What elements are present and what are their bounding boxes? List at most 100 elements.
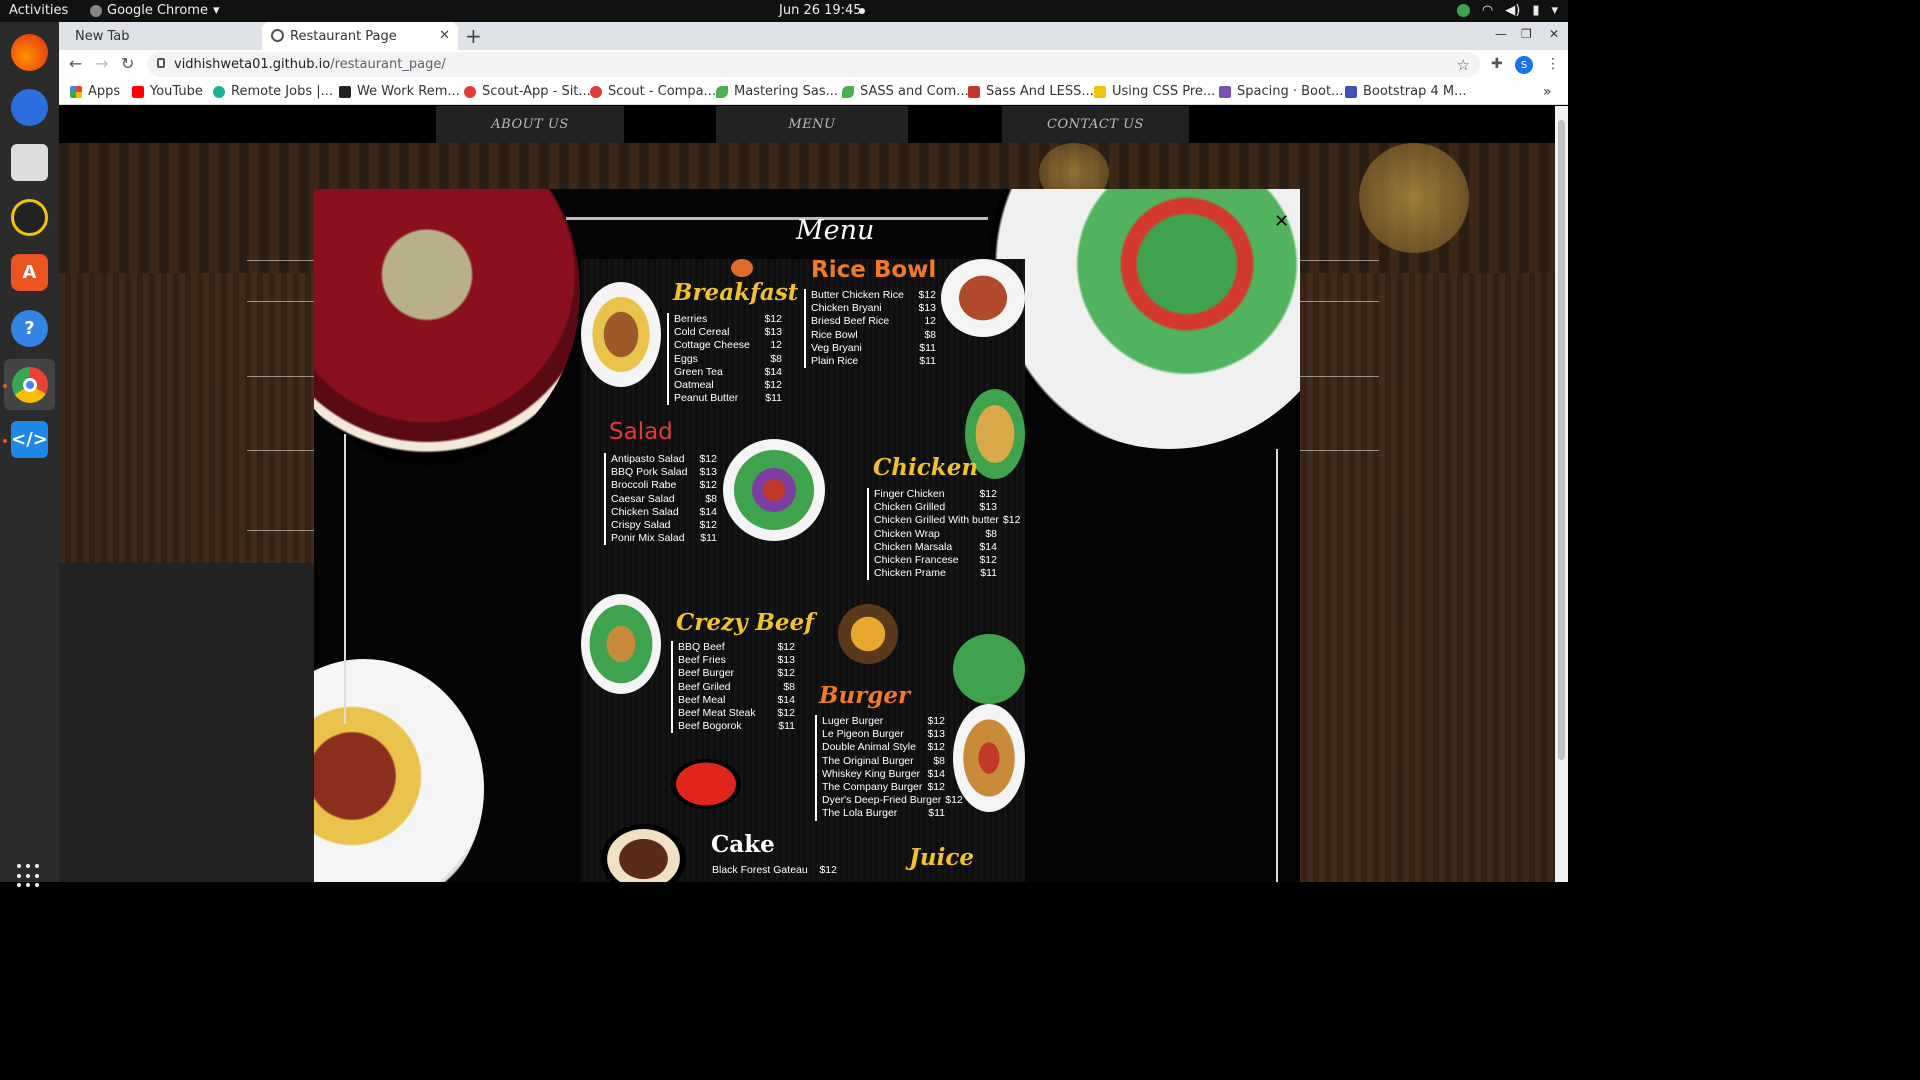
- tab-restaurant-page[interactable]: Restaurant Page ✕: [262, 22, 458, 50]
- menu-item-name: Cold Cereal: [674, 326, 730, 339]
- firefox-icon[interactable]: [11, 34, 48, 71]
- menu-item-price: $12: [699, 519, 717, 532]
- bookmark-apps[interactable]: Apps: [70, 84, 120, 99]
- menu-item-name: Chicken Salad: [611, 505, 679, 518]
- nav-contact-us[interactable]: CONTACT US: [1002, 106, 1189, 143]
- restore-icon[interactable]: ❐: [1521, 27, 1532, 41]
- bookmark-sass-and-com[interactable]: SASS and Com...: [842, 84, 969, 99]
- bookmark-mastering-sass[interactable]: Mastering Sas...: [716, 84, 838, 99]
- scrollbar-thumb[interactable]: [1558, 120, 1565, 760]
- frame-line: [344, 434, 346, 724]
- show-applications-icon[interactable]: [17, 864, 41, 888]
- menu-item-price: $12: [777, 667, 795, 680]
- nav-about-us[interactable]: ABOUT US: [436, 106, 624, 143]
- lock-icon[interactable]: [157, 58, 165, 68]
- vscode-icon[interactable]: </>: [11, 421, 48, 458]
- close-tab-icon[interactable]: ✕: [439, 28, 450, 43]
- page-scrollbar[interactable]: [1555, 106, 1568, 882]
- leaf-icon: [716, 85, 728, 98]
- back-icon[interactable]: ←: [69, 54, 82, 73]
- bookmark-youtube[interactable]: YouTube: [132, 84, 203, 99]
- tab-title: New Tab: [75, 28, 130, 44]
- section-title-juice: Juice: [909, 844, 974, 871]
- menu-item: Briesd Beef Rice 12: [811, 315, 936, 328]
- bookmark-label: We Work Rem...: [357, 84, 460, 99]
- menu-item-name: Beef Fries: [678, 654, 726, 667]
- bookmark-remote-jobs[interactable]: Remote Jobs |...: [213, 84, 333, 99]
- menu-item-name: Chicken Grilled: [874, 501, 946, 514]
- system-tray[interactable]: ◠ ◀) ▮ ▾: [1456, 3, 1558, 18]
- menu-item: BBQ Beef $12: [678, 641, 795, 654]
- menu-item: Chicken Marsala $14: [874, 541, 997, 554]
- chrome-dock-item[interactable]: [4, 359, 55, 410]
- more-menu-icon[interactable]: ⋮: [1546, 56, 1560, 72]
- tomato-image: [671, 759, 741, 809]
- bookmark-scout-company[interactable]: Scout - Compa...: [590, 84, 716, 99]
- bookmark-we-work-remotely[interactable]: We Work Rem...: [339, 84, 460, 99]
- menu-item-price: $12: [764, 379, 782, 392]
- clock[interactable]: Jun 26 19:45: [779, 3, 862, 18]
- thunderbird-icon[interactable]: [11, 89, 48, 126]
- menu-item: Ponir Mix Salad $11: [611, 532, 717, 545]
- close-icon[interactable]: ✕: [1274, 211, 1289, 232]
- rhythmbox-icon[interactable]: [11, 199, 48, 236]
- bookmark-bootstrap-4[interactable]: Bootstrap 4 M...: [1345, 84, 1467, 99]
- carrot-image: [731, 259, 753, 277]
- menu-item: BBQ Pork Salad $13: [611, 466, 717, 479]
- nav-menu[interactable]: MENU: [716, 106, 908, 143]
- more-bookmarks-icon[interactable]: »: [1543, 84, 1552, 100]
- menu-item-name: Rice Bowl: [811, 328, 858, 341]
- address-bar[interactable]: vidhishweta01.github.io/restaurant_page/…: [147, 52, 1480, 77]
- menu-item-price: $13: [764, 326, 782, 339]
- menu-item-name: Chicken Francese: [874, 554, 959, 567]
- divider: [247, 450, 314, 451]
- bookmark-label: YouTube: [150, 84, 203, 99]
- extensions-icon[interactable]: ✚: [1491, 56, 1503, 72]
- help-icon[interactable]: ?: [11, 310, 48, 347]
- bookmark-label: Using CSS Pre...: [1112, 84, 1216, 99]
- app-menu[interactable]: Google Chrome ▾: [90, 3, 220, 18]
- salad-bowl-image: [723, 439, 825, 541]
- beef-salad-image: [581, 594, 661, 694]
- bootstrap-icon: [1345, 85, 1357, 98]
- menu-item: Beef Burger $12: [678, 667, 795, 680]
- leaf-icon: [842, 85, 854, 98]
- bookmark-label: Apps: [88, 84, 121, 99]
- menu-title: Menu: [796, 215, 875, 246]
- menu-item: Berries $12: [674, 313, 782, 326]
- web-page: ABOUT US MENU CONTACT US Menu ✕ Breakfas…: [59, 106, 1555, 882]
- bookmark-label: Bootstrap 4 M...: [1363, 84, 1467, 99]
- dock: A ? </>: [0, 22, 59, 888]
- chicken-list: Finger Chicken $12 Chicken Grilled $13 Chick…: [867, 488, 1020, 581]
- steak-plate-image: [314, 659, 484, 882]
- bookmark-scout-app[interactable]: Scout-App - Sit...: [464, 84, 591, 99]
- files-icon[interactable]: [11, 144, 48, 181]
- cake-image: [601, 824, 686, 882]
- menu-item-name: The Company Burger: [822, 781, 923, 794]
- reload-icon[interactable]: ↻: [121, 54, 134, 73]
- tab-new-tab[interactable]: New Tab: [67, 22, 267, 50]
- profile-avatar[interactable]: S: [1515, 56, 1533, 74]
- close-window-icon[interactable]: ✕: [1549, 27, 1559, 41]
- new-tab-button[interactable]: +: [465, 24, 482, 48]
- activities-button[interactable]: Activities: [9, 3, 68, 18]
- software-center-icon[interactable]: A: [11, 254, 48, 291]
- menu-item: Luger Burger $12: [822, 715, 945, 728]
- section-title-burger: Burger: [819, 682, 911, 709]
- star-icon[interactable]: ☆: [1457, 56, 1470, 74]
- menu-card: Breakfast Berries $12 Cold Cereal $13 Cottag…: [581, 257, 1025, 882]
- forward-icon[interactable]: →: [95, 54, 108, 73]
- menu-item-name: Black Forest Gateau: [712, 864, 808, 876]
- bookmark-spacing-bootstrap[interactable]: Spacing · Boot...: [1219, 84, 1343, 99]
- divider: [247, 301, 314, 302]
- bookmark-using-css-pre[interactable]: Using CSS Pre...: [1094, 84, 1215, 99]
- minimize-icon[interactable]: —: [1495, 27, 1507, 41]
- menu-item: Dyer's Deep-Fried Burger $12: [822, 794, 963, 807]
- bookmark-sass-and-less[interactable]: Sass And LESS...: [968, 84, 1094, 99]
- menu-item-name: Green Tea: [674, 365, 723, 378]
- tab-strip: New Tab Restaurant Page ✕ + — ❐ ✕: [59, 22, 1568, 50]
- menu-item-price: $8: [705, 492, 717, 505]
- menu-item: Chicken Wrap $8: [874, 528, 997, 541]
- menu-item: The Original Burger $8: [822, 755, 945, 768]
- burger-plate-image: [953, 704, 1025, 812]
